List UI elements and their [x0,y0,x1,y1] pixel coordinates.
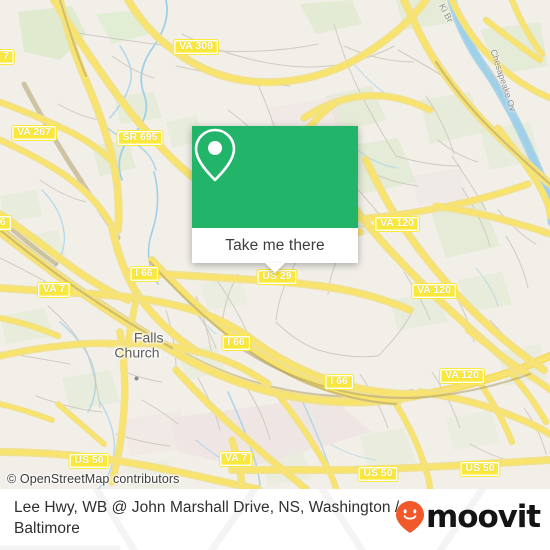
footer-bar: Lee Hwy, WB @ John Marshall Drive, NS, W… [0,489,550,550]
map-shield-va-7-s[interactable]: VA 7 [218,451,254,467]
map-canvas[interactable]: .rdc{fill:none;stroke:#f0e08f;stroke-lin… [0,0,550,489]
map-place-falls-church: Falls Church [111,316,164,411]
moovit-pin-smiley-icon [396,501,425,533]
map-shield-i-66-s[interactable]: I 66 [221,335,251,351]
map-shield-i-66-c[interactable]: I 66 [129,266,159,282]
place-label-text: Falls Church [114,329,164,361]
map-attribution: © OpenStreetMap contributors [7,472,180,486]
map-shield-va-7-nw[interactable]: VA 7 [0,49,16,65]
card-pointer-arrow [265,263,285,273]
card-header [192,126,358,228]
stop-title: Lee Hwy, WB @ John Marshall Drive, NS, W… [14,499,400,537]
map-shield-us-50-c[interactable]: US 50 [357,466,399,482]
map-shield-i-66-e[interactable]: I 66 [324,374,354,390]
card-action-bar[interactable]: Take me there [192,228,358,263]
moovit-logo: moovit [395,498,541,535]
map-shield-us-50-e[interactable]: US 50 [459,461,501,477]
map-shield-va-267[interactable]: VA 267 [11,125,57,141]
map-shield-i-66-w[interactable]: I 66 [0,215,12,231]
map-shield-va-309[interactable]: VA 309 [173,39,219,55]
map-pin-icon [194,128,236,182]
map-shield-sr-695[interactable]: SR 695 [116,130,164,146]
map-shield-va-120-s[interactable]: VA 120 [439,368,485,384]
screenshot-root: .rdc{fill:none;stroke:#f0e08f;stroke-lin… [0,0,550,550]
take-me-there-card[interactable]: Take me there [192,126,358,263]
map-shield-va-120-n[interactable]: VA 120 [374,216,420,232]
map-shield-va-7-w[interactable]: VA 7 [36,282,72,298]
map-shield-va-120-c[interactable]: VA 120 [411,283,457,299]
place-marker-dot [135,376,139,381]
moovit-wordmark: moovit [426,498,541,535]
take-me-there-label: Take me there [225,236,325,254]
map-shield-us-50-w[interactable]: US 50 [68,453,110,469]
